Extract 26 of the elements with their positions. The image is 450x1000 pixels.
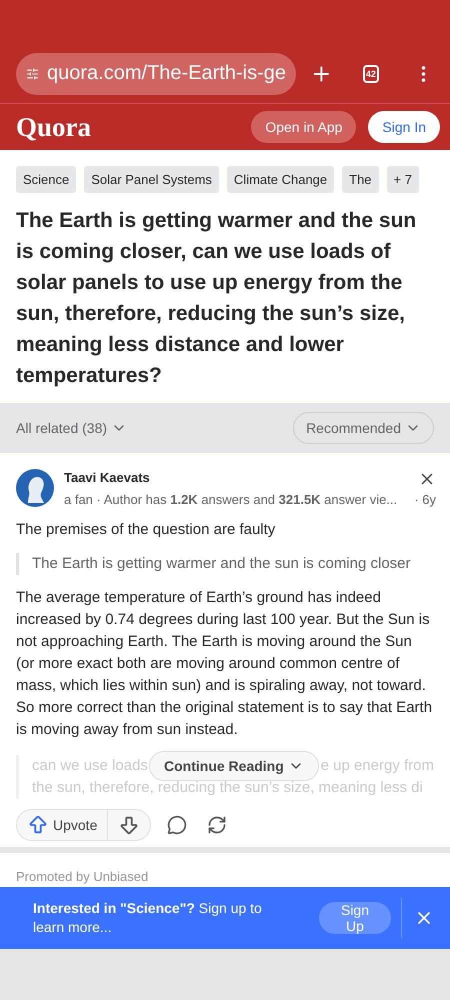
- avatar: [16, 469, 54, 507]
- sign-in-button[interactable]: Sign In: [368, 111, 440, 143]
- up-arrow-icon: [27, 814, 49, 836]
- all-related-dropdown[interactable]: All related (38): [16, 420, 128, 436]
- question-title: The Earth is getting warmer and the sun is coming closer, can we use loads of solar panels to use up energy from the sun, therefore, reducing the sun’s size, meaning less distance and lower temperatures?: [16, 208, 418, 389]
- answer-text: The premises of the question are faulty: [16, 520, 276, 540]
- answer-text: The average temperature of Earth’s ground has indeed increased by 0.74 degrees during last 100 year. But the Sun is not approaching Earth. The Earth is moving around the Sun (or more exact both are moving around common centre of mass, which lies within sun) and is spiraling away, not toward. So more correct than the original statement is to say that Earth is moving away from sun instead.: [16, 588, 434, 740]
- topic-tag[interactable]: Climate Change: [226, 166, 334, 193]
- banner-text: Interested in "Science"? Sign up to learn more...: [33, 899, 263, 937]
- topic-tag[interactable]: The: [342, 166, 379, 193]
- quote-text: The Earth is getting warmer and the sun is coming closer: [16, 553, 434, 575]
- promoted-label: Promoted by Unbiased: [16, 869, 150, 884]
- topic-tag[interactable]: Science: [16, 166, 76, 193]
- author-name[interactable]: Taavi Kaevats: [64, 470, 150, 488]
- logo[interactable]: Quora: [16, 112, 240, 142]
- topic-tag[interactable]: Solar Panel Systems: [84, 166, 219, 193]
- continue-reading-button[interactable]: Continue Reading: [149, 751, 319, 781]
- author-credentials: a fan · Author has 1.2K answers and 321.5K answer vie...: [64, 492, 398, 506]
- answer-age: · 6y: [414, 492, 436, 506]
- down-arrow-icon: [118, 814, 140, 836]
- tab-count-button[interactable]: 42: [362, 64, 379, 82]
- url-text: quora.com/The-Earth-is-ge: [47, 62, 286, 85]
- more-topics-tag[interactable]: + 7: [386, 166, 419, 193]
- open-in-app-button[interactable]: Open in App: [251, 111, 356, 143]
- sort-dropdown[interactable]: Recommended: [293, 412, 434, 444]
- address-bar[interactable]: quora.com/The-Earth-is-ge: [16, 52, 296, 94]
